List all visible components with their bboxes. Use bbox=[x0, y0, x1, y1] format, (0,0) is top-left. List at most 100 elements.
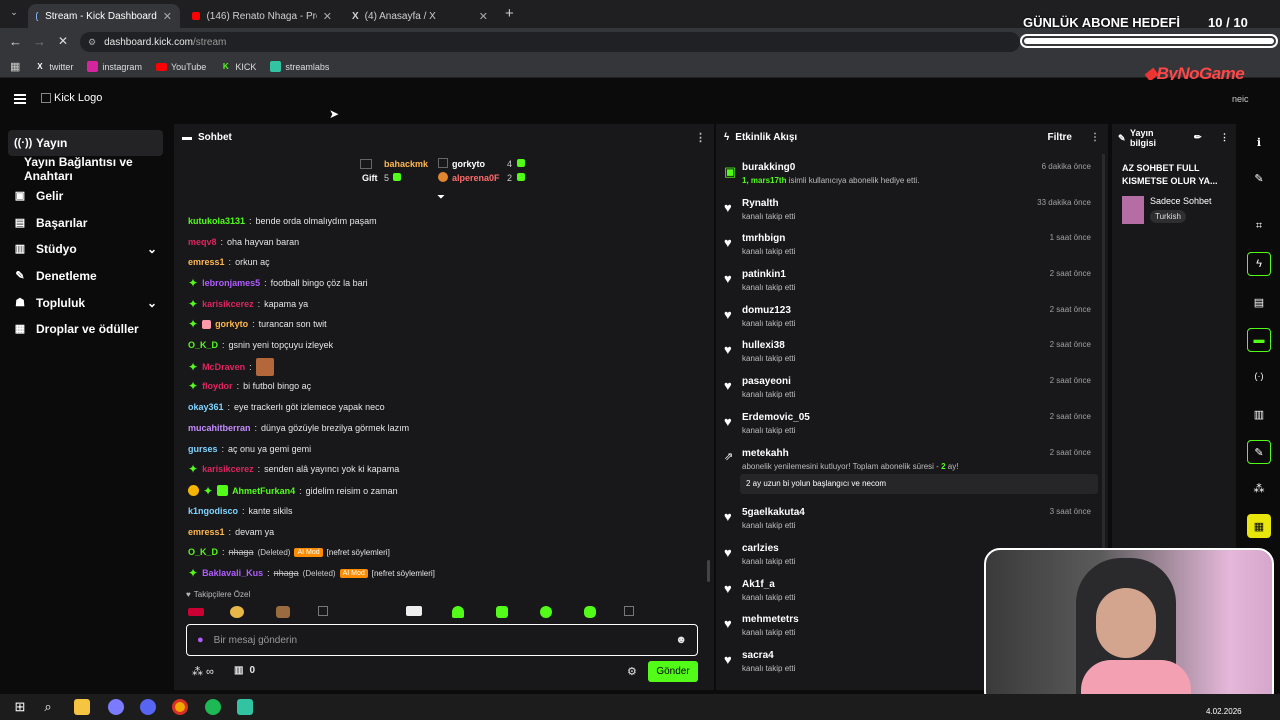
sidebar-item-revenue[interactable]: ▣ Gelir bbox=[8, 183, 163, 209]
pinned-toggle-icon[interactable]: ⏷ bbox=[437, 192, 445, 203]
tab-x[interactable]: X (4) Anasayfa / X ✕ bbox=[344, 4, 496, 28]
category-name[interactable]: Sadece Sohbet bbox=[1150, 196, 1212, 206]
chat-username[interactable]: gurses bbox=[188, 444, 218, 454]
printer-icon[interactable]: ▥ bbox=[1247, 402, 1271, 426]
gifter-name[interactable]: bahackmk bbox=[384, 159, 428, 169]
sub-goal-title: GÜNLÜK ABONE HEDEFİ bbox=[1023, 15, 1180, 30]
bookmark-youtube[interactable]: YouTube bbox=[155, 62, 206, 72]
chat-username[interactable]: kutukola3131 bbox=[188, 216, 245, 226]
emote-item[interactable] bbox=[230, 606, 244, 618]
chat-username[interactable]: lebronjames5 bbox=[202, 278, 260, 288]
chat-username[interactable]: karisikcerez bbox=[202, 299, 254, 309]
close-icon[interactable]: ✕ bbox=[479, 10, 488, 23]
close-icon[interactable]: ✕ bbox=[163, 10, 172, 23]
chrome-icon[interactable] bbox=[172, 699, 188, 715]
site-info-icon[interactable]: ⚙ bbox=[88, 37, 96, 48]
chat-username[interactable]: okay361 bbox=[188, 402, 224, 412]
chat-username[interactable]: O_K_D bbox=[188, 547, 218, 557]
chat-username[interactable]: floydor bbox=[202, 381, 233, 391]
chat-settings-icon[interactable]: ⚙ bbox=[627, 665, 637, 678]
bookmark-kick[interactable]: K KICK bbox=[220, 61, 256, 72]
filter-button[interactable]: Filtre bbox=[1048, 132, 1072, 143]
back-arrow-icon[interactable]: ← bbox=[9, 34, 22, 49]
address-field[interactable]: ⚙ dashboard.kick.com /stream bbox=[80, 32, 1020, 52]
stop-loading-icon[interactable]: ✕ bbox=[58, 34, 68, 48]
emote-item[interactable] bbox=[496, 606, 508, 618]
menu-icon[interactable] bbox=[14, 94, 26, 104]
search-icon[interactable]: ⌕ bbox=[40, 699, 56, 715]
share-icon[interactable]: ⁂ bbox=[1247, 476, 1271, 500]
sidebar-item-studio[interactable]: ▥ Stüdyo ⌄ bbox=[8, 236, 163, 262]
pencil-icon[interactable]: ✎ bbox=[1247, 166, 1271, 190]
kick-logo[interactable]: Kick Logo bbox=[41, 92, 102, 104]
chat-username[interactable]: mucahitberran bbox=[188, 423, 251, 433]
more-options-icon[interactable]: ⋮ bbox=[1220, 132, 1229, 143]
sidebar-item-stream[interactable]: ((·)) Yayın bbox=[8, 130, 163, 156]
emote-item[interactable] bbox=[540, 606, 552, 618]
chevron-down-icon[interactable]: ⌄ bbox=[147, 242, 157, 256]
heart-icon: ♥ bbox=[724, 200, 732, 215]
emote-item[interactable] bbox=[276, 606, 290, 618]
sidebar-item-community[interactable]: ☗ Topluluk ⌄ bbox=[8, 290, 163, 316]
emoji-icon[interactable]: ☻ bbox=[675, 634, 687, 646]
user-avatar[interactable]: neic bbox=[1232, 94, 1249, 104]
chat-scrollbar[interactable] bbox=[707, 560, 710, 582]
close-icon[interactable]: ✕ bbox=[323, 10, 332, 23]
clapper-icon[interactable]: ▦ bbox=[1247, 514, 1271, 538]
sidebar-item-drops[interactable]: ▦ Droplar ve ödüller bbox=[8, 316, 163, 342]
chat-username[interactable]: gorkyto bbox=[215, 319, 248, 329]
tab-youtube[interactable]: (146) Renato Nhaga - Promising ✕ bbox=[184, 4, 340, 28]
gift-recipient[interactable]: 1, mars17th bbox=[742, 176, 786, 185]
chat-bubble-icon[interactable]: ▬ bbox=[1247, 328, 1271, 352]
windows-start-icon[interactable]: ⊞ bbox=[12, 699, 28, 715]
microphone-icon[interactable]: ● bbox=[197, 634, 204, 646]
kicks-balance[interactable]: ⁂ ∞ bbox=[192, 665, 214, 679]
sidebar-item-achievements[interactable]: ▤ Başarılar bbox=[8, 210, 163, 236]
more-options-icon[interactable]: ⋮ bbox=[695, 131, 706, 144]
chat-username[interactable]: McDraven bbox=[202, 362, 245, 372]
edit-icon[interactable]: ✏ bbox=[1194, 132, 1202, 143]
document-icon[interactable]: ▤ bbox=[1247, 290, 1271, 314]
chat-username[interactable]: O_K_D bbox=[188, 340, 218, 350]
wrench-icon[interactable]: ✎ bbox=[1247, 440, 1271, 464]
send-button[interactable]: Gönder bbox=[648, 661, 698, 682]
more-options-icon[interactable]: ⋮ bbox=[1090, 132, 1100, 143]
broadcast-icon[interactable]: (·) bbox=[1247, 364, 1271, 388]
gifter-name[interactable]: gorkyto bbox=[452, 159, 485, 169]
bookmark-twitter[interactable]: Xtwitter bbox=[34, 61, 73, 72]
file-explorer-icon[interactable] bbox=[74, 699, 90, 715]
emote-item[interactable] bbox=[188, 608, 204, 616]
chat-username[interactable]: karisikcerez bbox=[202, 464, 254, 474]
chat-input[interactable]: ● Bir mesaj gönderin ☻ bbox=[186, 624, 698, 656]
emote-item[interactable] bbox=[406, 606, 422, 616]
gifter-name[interactable]: alperena0F bbox=[452, 173, 500, 183]
chat-username[interactable]: meqv8 bbox=[188, 237, 217, 247]
emote-item[interactable] bbox=[318, 606, 328, 616]
points-balance[interactable]: ▥ 0 bbox=[234, 665, 255, 676]
crop-icon[interactable]: ⌗ bbox=[1247, 214, 1271, 238]
new-tab-button[interactable]: + bbox=[505, 5, 514, 22]
chat-username[interactable]: emress1 bbox=[188, 257, 225, 267]
emote-item[interactable] bbox=[584, 606, 596, 618]
bookmark-instagram[interactable]: instagram bbox=[87, 61, 142, 72]
chevron-down-icon[interactable]: ⌄ bbox=[147, 296, 157, 310]
chat-username[interactable]: emress1 bbox=[188, 527, 225, 537]
emote-item[interactable] bbox=[452, 606, 464, 618]
streamlabs-icon[interactable] bbox=[237, 699, 253, 715]
tab-list-button[interactable]: ⌄ bbox=[6, 7, 22, 21]
chat-username[interactable]: k1ngodisco bbox=[188, 506, 238, 516]
sidebar-item-stream-key[interactable]: Yayın Bağlantısı ve Anahtarı bbox=[8, 155, 173, 183]
bookmark-streamlabs[interactable]: streamlabs bbox=[270, 61, 329, 72]
lightning-icon[interactable]: ϟ bbox=[1247, 252, 1271, 276]
discord-icon[interactable] bbox=[140, 699, 156, 715]
spotify-icon[interactable] bbox=[205, 699, 221, 715]
sidebar-item-moderation[interactable]: ✎ Denetleme bbox=[8, 263, 163, 289]
apps-grid-icon[interactable]: ▦ bbox=[10, 60, 20, 73]
forward-arrow-icon[interactable]: → bbox=[33, 34, 46, 49]
emote-item[interactable] bbox=[624, 606, 634, 616]
chat-username[interactable]: Baklavali_Kus bbox=[202, 568, 263, 578]
chat-username[interactable]: AhmetFurkan4 bbox=[232, 486, 295, 496]
tab-kick-dashboard[interactable]: Stream - Kick Dashboard ✕ bbox=[28, 4, 180, 28]
info-icon[interactable]: ℹ bbox=[1247, 130, 1271, 154]
app-icon[interactable] bbox=[108, 699, 124, 715]
